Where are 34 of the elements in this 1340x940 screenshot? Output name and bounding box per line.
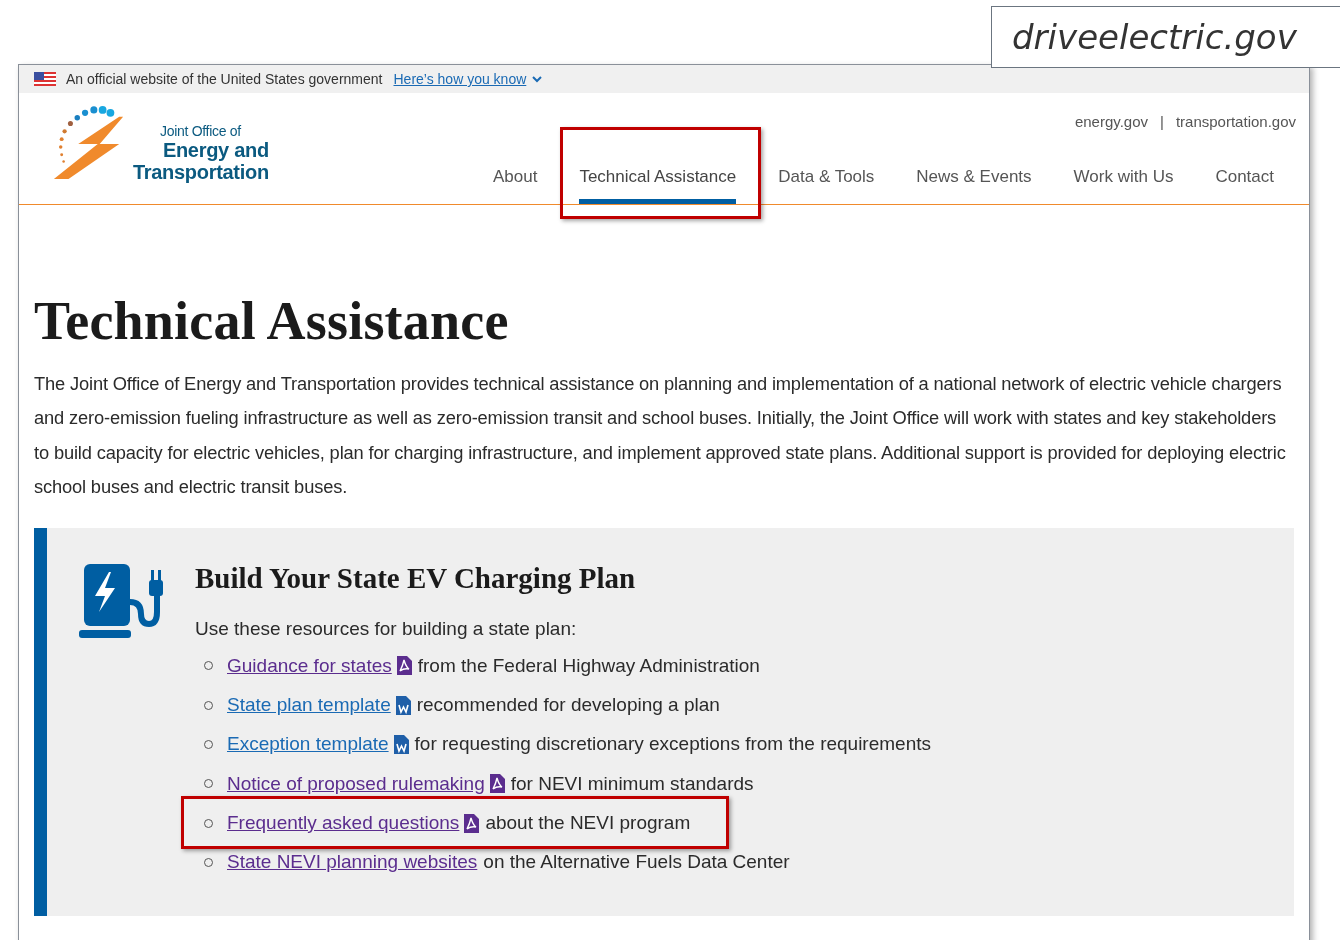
resource-link[interactable]: Notice of proposed rulemaking	[227, 772, 485, 795]
resource-description: on the Alternative Fuels Data Center	[483, 851, 790, 874]
resource-description: recommended for developing a plan	[416, 694, 720, 717]
banner-link[interactable]: Here’s how you know	[393, 71, 527, 87]
resource-link[interactable]: Frequently asked questions	[227, 812, 460, 834]
chevron-down-icon	[532, 75, 543, 83]
resource-link[interactable]: State plan template	[227, 694, 391, 717]
nav-tab[interactable]: Data & Tools	[778, 167, 875, 204]
site-caption: driveelectric.gov	[991, 6, 1340, 68]
nav-tab[interactable]: About	[492, 167, 538, 204]
utility-link[interactable]: transportation.gov	[1175, 113, 1296, 130]
nav-tab[interactable]: Contact	[1215, 167, 1274, 204]
intro-paragraph: The Joint Office of Energy and Transportation provides technical assistance on planning and implementation of a national network of electric vehicle chargers and zero-emission fueling infrastructure as well as zero-emission transit and school buses. Initially, the Joint Office will work with states and key stakeholders to build capacity for electric vehicles, plan for charging infrastructure, and implement approved state plans. Additional support is provided for deploying electric school buses and electric transit buses.	[34, 372, 1287, 499]
banner-text: An official website of the United States government	[66, 71, 383, 87]
resource-description: about the NEVI program	[485, 812, 691, 834]
resource-description: from the Federal Highway Administration	[417, 654, 760, 677]
utility-link[interactable]: energy.gov	[1074, 113, 1148, 130]
logo-subtitle: Joint Office of	[159, 123, 241, 139]
ev-charger-icon	[79, 564, 163, 641]
resource-link[interactable]: State NEVI planning websites	[227, 851, 478, 874]
resource-description: for requesting discretionary exceptions from the requirements	[414, 733, 931, 756]
page-title: Technical Assistance	[34, 291, 510, 351]
resource-link[interactable]: Guidance for states	[227, 654, 392, 677]
link-separator: |	[1160, 113, 1164, 130]
logo-title: Transportation	[133, 161, 269, 183]
callout-title: Build Your State EV Charging Plan	[195, 562, 637, 595]
nav-tab[interactable]: Work with Us	[1073, 167, 1174, 204]
resource-description: for NEVI minimum standards	[510, 772, 754, 795]
flag-icon	[34, 72, 56, 86]
callout-lead: Use these resources for building a state plan:	[195, 618, 578, 641]
nav-tab[interactable]: Technical Assistance	[579, 167, 737, 204]
nav-tab[interactable]: News & Events	[916, 167, 1032, 204]
logo-title: Energy and	[162, 139, 269, 161]
resource-link[interactable]: Exception template	[227, 733, 389, 756]
